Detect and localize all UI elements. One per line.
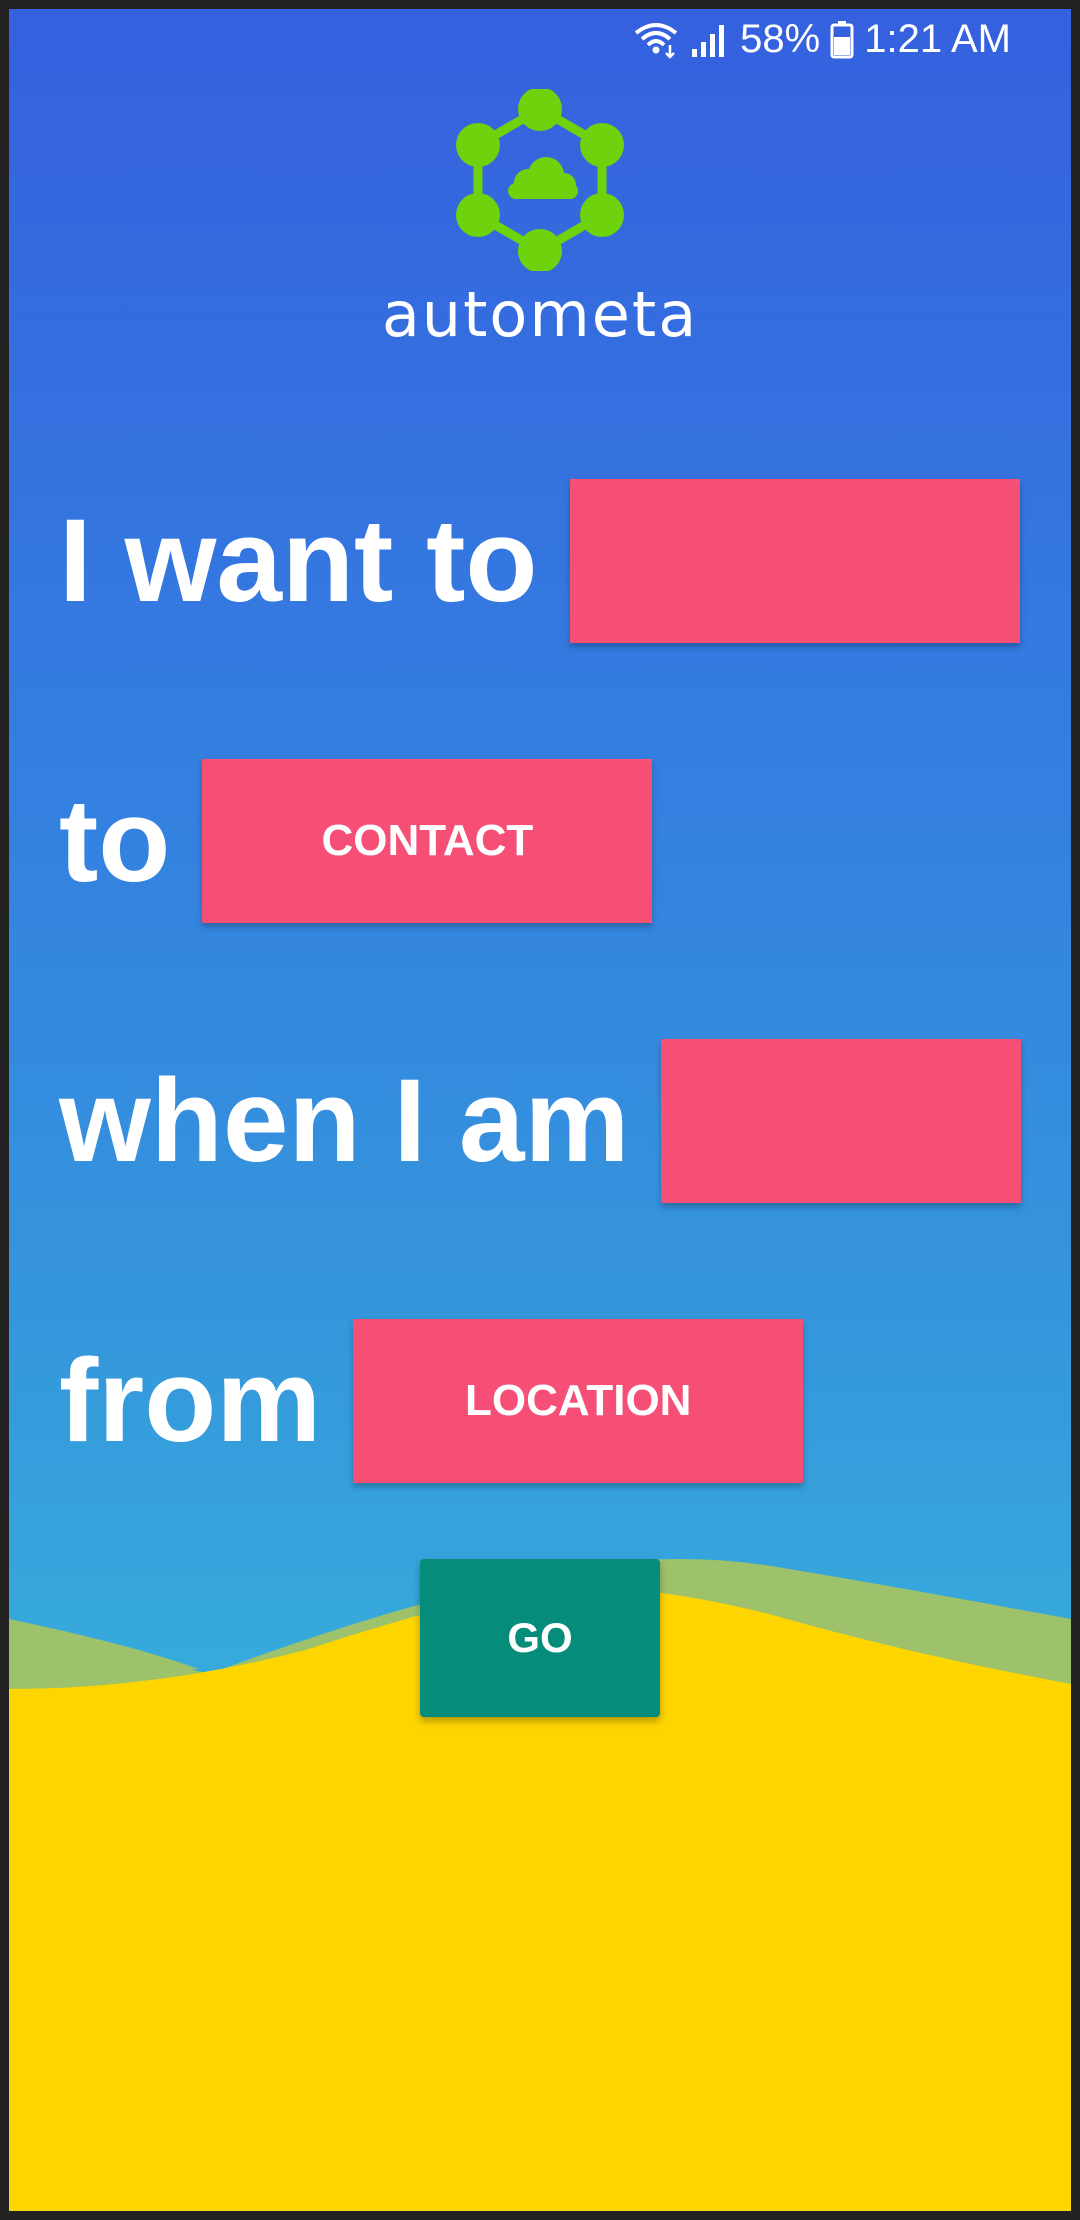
sentence-text-when-i-am: when I am xyxy=(59,1055,630,1187)
clock-time: 1:21 AM xyxy=(864,16,1011,61)
battery-icon xyxy=(830,19,854,59)
sentence-text-from: from xyxy=(59,1335,322,1467)
sentence-row-contact: to CONTACT xyxy=(59,759,653,923)
sentence-row-condition: when I am xyxy=(59,1039,1022,1203)
app-logo: autometa xyxy=(9,87,1071,351)
action-picker-button[interactable] xyxy=(569,479,1020,643)
device-frame: 58% 1:21 AM autometa I want to to CONTAC… xyxy=(0,0,1080,2220)
status-bar: 58% 1:21 AM xyxy=(632,9,1071,69)
signal-icon xyxy=(690,19,730,59)
location-picker-button[interactable]: LOCATION xyxy=(353,1319,804,1483)
network-cloud-icon xyxy=(450,87,630,276)
contact-picker-button[interactable]: CONTACT xyxy=(202,759,653,923)
app-screen: 58% 1:21 AM autometa I want to to CONTAC… xyxy=(9,9,1071,2211)
sentence-text-to: to xyxy=(59,775,171,907)
condition-picker-button[interactable] xyxy=(661,1039,1022,1203)
sentence-text-i-want-to: I want to xyxy=(59,495,538,627)
wifi-icon xyxy=(632,19,680,59)
sentence-row-location: from LOCATION xyxy=(59,1319,804,1483)
app-name: autometa xyxy=(381,278,699,351)
sentence-row-action: I want to xyxy=(59,479,1020,643)
go-button[interactable]: GO xyxy=(420,1559,660,1717)
battery-percent: 58% xyxy=(740,16,821,61)
